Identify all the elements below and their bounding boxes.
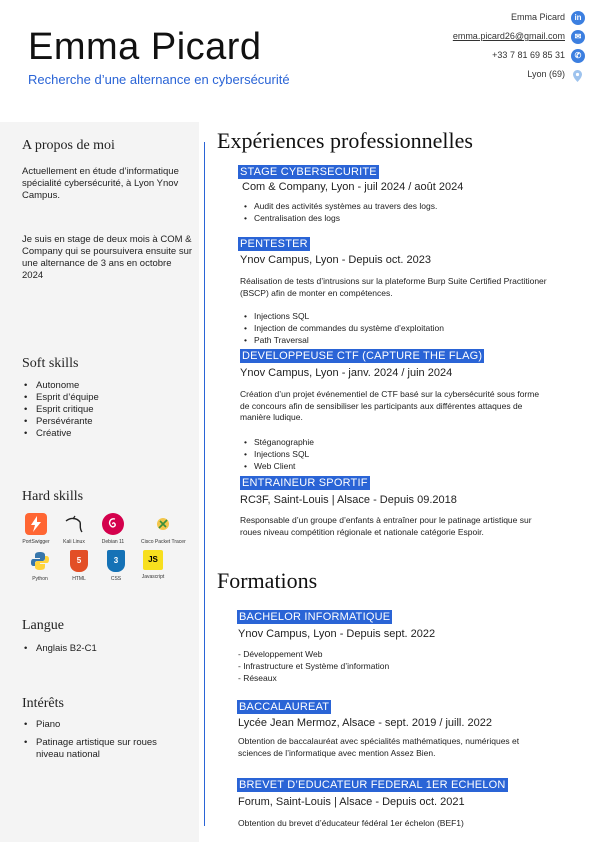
experience-title: ENTRAINEUR SPORTIF (240, 476, 370, 490)
about-heading: A propos de moi (22, 138, 115, 153)
experience-title: STAGE CYBERSECURITE (238, 165, 379, 179)
skill-cisco-packet-tracer: Cisco Packet Tracer (141, 513, 186, 545)
list-item: Audit des activités systèmes au travers … (244, 200, 437, 212)
location-pin-icon (573, 67, 582, 82)
html5-icon: 5 (70, 550, 88, 572)
list-item: Centralisation des logs (244, 212, 437, 224)
formation-school: Ynov Campus, Lyon - Depuis sept. 2022 (238, 628, 436, 640)
job-search-subtitle: Recherche d’une alternance en cybersécur… (28, 72, 290, 87)
skill-label: Javascript (141, 574, 165, 580)
linkedin-link[interactable]: Emma Picard (511, 12, 565, 26)
person-name: Emma Picard (28, 26, 262, 68)
experience-company: Ynov Campus, Lyon - Depuis oct. 2023 (240, 254, 431, 266)
list-item: - Développement Web (238, 649, 323, 659)
formation-title: BREVET D’EDUCATEUR FEDERAL 1ER ECHELON (237, 778, 508, 792)
langue-list: Anglais B2-C1 (24, 643, 97, 655)
list-item: Stéganographie (244, 436, 314, 448)
list-item: Path Traversal (244, 334, 444, 346)
python-icon (29, 550, 51, 572)
email-link[interactable]: emma.picard26@gmail.com (453, 31, 565, 45)
list-item: Injections SQL (244, 310, 444, 322)
cisco-packet-tracer-icon (152, 513, 174, 535)
formation-description: Obtention du brevet d’éducateur fédéral … (238, 818, 464, 828)
experiences-heading: Expériences professionnelles (217, 128, 473, 153)
list-item: - Réseaux (238, 673, 277, 683)
list-item: Injections SQL (244, 448, 314, 460)
soft-skills-list: Autonome Esprit d’équipe Esprit critique… (24, 380, 99, 440)
linkedin-icon[interactable]: in (571, 11, 585, 25)
list-item: Esprit d’équipe (24, 392, 99, 404)
experience-company: Ynov Campus, Lyon - janv. 2024 / juin 20… (240, 367, 453, 379)
city: Lyon (69) (527, 69, 565, 79)
about-text-2: Je suis en stage de deux mois à COM & Co… (22, 234, 193, 281)
list-item: Web Client (244, 460, 314, 472)
list-item: Anglais B2-C1 (24, 643, 97, 655)
javascript-icon: JS (143, 550, 163, 570)
email-icon[interactable]: ✉ (571, 30, 585, 44)
skill-python: Python (18, 550, 62, 582)
skill-label: Kali Linux (63, 539, 85, 545)
list-item: Autonome (24, 380, 99, 392)
portswigger-icon (25, 513, 47, 535)
formation-details: - Développement Web - Infrastructure et … (238, 648, 389, 684)
about-text-1: Actuellement en étude d’informatique spé… (22, 166, 179, 201)
list-item: Patinage artistique sur roues niveau nat… (24, 737, 184, 761)
experience-title: DEVELOPPEUSE CTF (CAPTURE THE FLAG) (240, 349, 485, 363)
skill-label: Cisco Packet Tracer (141, 539, 186, 545)
phone-number[interactable]: +33 7 81 69 85 31 (492, 50, 565, 64)
formation-description: Obtention de baccalauréat avec spécialit… (238, 736, 520, 758)
experience-bullets: Stéganographie Injections SQL Web Client (244, 436, 314, 472)
formation-school: Forum, Saint-Louis | Alsace - Depuis oct… (238, 796, 465, 808)
skill-label: Python (32, 576, 48, 582)
skill-javascript: JS Javascript (131, 550, 175, 580)
experience-company: Com & Company, Lyon - juil 2024 / août 2… (242, 181, 464, 193)
interets-list: Piano Patinage artistique sur roues nive… (24, 719, 184, 761)
experience-description: Création d’un projet événementiel de CTF… (240, 389, 540, 422)
list-item: - Infrastructure et Système d’informatio… (238, 661, 390, 671)
column-divider (204, 142, 205, 826)
formation-school: Lycée Jean Mermoz, Alsace - sept. 2019 /… (238, 717, 492, 729)
experience-company: RC3F, Saint-Louis | Alsace - Depuis 09.2… (240, 494, 457, 506)
list-item: Persévérante (24, 416, 99, 428)
formations-heading: Formations (217, 568, 318, 593)
experience-description: Responsable d’un groupe d’enfants à entr… (240, 515, 532, 537)
css3-icon: 3 (107, 550, 125, 572)
phone-icon[interactable]: ✆ (571, 49, 585, 63)
list-item: Créative (24, 428, 99, 440)
skill-debian: Debian 11 (91, 513, 135, 545)
soft-skills-heading: Soft skills (22, 356, 79, 371)
formation-title: BACHELOR INFORMATIQUE (237, 610, 393, 624)
interets-heading: Intérêts (22, 696, 64, 711)
skill-label: Debian 11 (101, 539, 125, 545)
experience-bullets: Injections SQL Injection de commandes du… (244, 310, 444, 346)
langue-heading: Langue (22, 618, 64, 633)
hard-skills-heading: Hard skills (22, 489, 84, 504)
list-item: Injection de commandes du système d’expl… (244, 322, 444, 334)
list-item: Esprit critique (24, 404, 99, 416)
list-item: Piano (24, 719, 184, 731)
formation-title: BACCALAUREAT (237, 700, 332, 714)
experience-bullets: Audit des activités systèmes au travers … (244, 200, 437, 224)
kali-linux-icon (63, 513, 85, 535)
experience-description: Réalisation de tests d’intrusions sur la… (240, 276, 547, 298)
debian-icon (102, 513, 124, 535)
skill-kali-linux: Kali Linux (52, 513, 96, 545)
experience-title: PENTESTER (238, 237, 310, 251)
